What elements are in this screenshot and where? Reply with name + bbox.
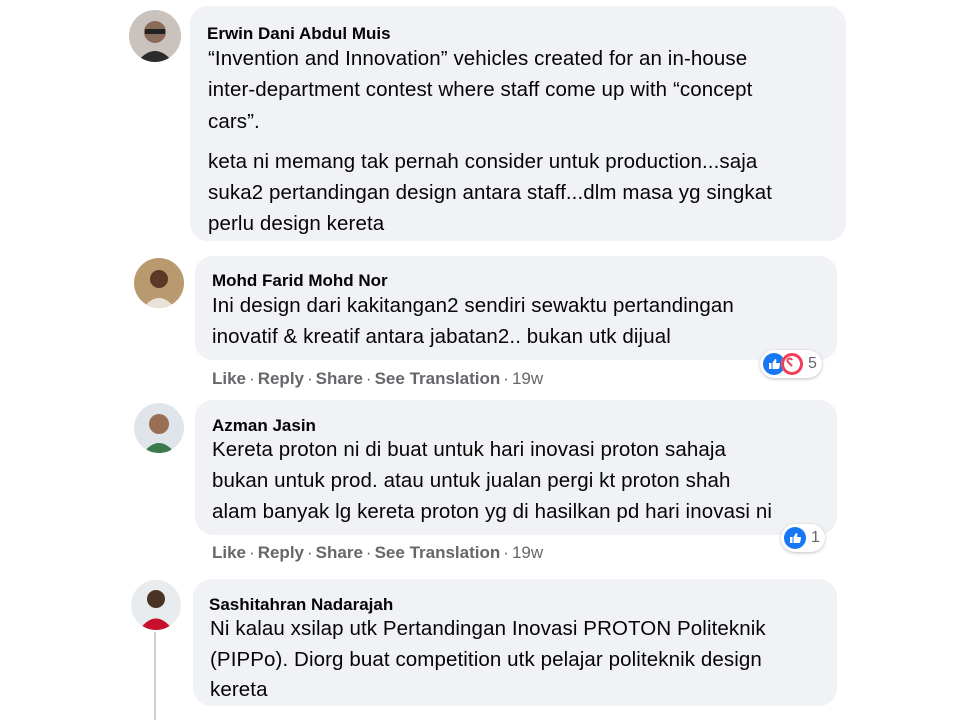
reaction-count: 5 <box>808 355 817 372</box>
avatar[interactable] <box>134 403 184 453</box>
comment-text: kereta <box>210 678 268 701</box>
care-icon <box>781 353 803 375</box>
reaction-count: 1 <box>811 529 820 546</box>
see-translation-link[interactable]: See Translation <box>375 543 501 562</box>
see-translation-link[interactable]: See Translation <box>375 369 501 388</box>
reply-link[interactable]: Reply <box>258 543 304 562</box>
comment-author[interactable]: Azman Jasin <box>212 416 316 436</box>
comment-text: perlu design kereta <box>208 212 385 235</box>
comment-text: Kereta proton ni di buat untuk hari inov… <box>212 438 726 461</box>
reply-link[interactable]: Reply <box>258 369 304 388</box>
comment-author[interactable]: Erwin Dani Abdul Muis <box>207 24 391 44</box>
thread-line <box>154 632 156 720</box>
share-link[interactable]: Share <box>316 543 363 562</box>
avatar[interactable] <box>131 580 181 630</box>
comment-text: suka2 pertandingan design antara staff..… <box>208 181 773 204</box>
reactions-summary[interactable]: 1 <box>781 524 825 552</box>
comment-text: bukan untuk prod. atau untuk jualan perg… <box>212 469 731 492</box>
comment-text: Ni kalau xsilap utk Pertandingan Inovasi… <box>210 617 766 640</box>
comment-text: alam banyak lg kereta proton yg di hasil… <box>212 500 773 523</box>
comment-text: Ini design dari kakitangan2 sendiri sewa… <box>212 294 734 317</box>
comment-actions: Like · Reply · Share · See Translation · 19w <box>212 543 544 562</box>
comment-author[interactable]: Mohd Farid Mohd Nor <box>212 271 388 291</box>
timestamp[interactable]: 19w <box>512 543 543 562</box>
like-icon <box>784 527 806 549</box>
avatar[interactable] <box>134 258 184 308</box>
like-link[interactable]: Like <box>212 369 246 388</box>
comment-text: inovatif & kreatif antara jabatan2.. buk… <box>212 325 671 348</box>
share-link[interactable]: Share <box>316 369 363 388</box>
comment-text: cars”. <box>208 110 260 133</box>
comment-actions: Like · Reply · Share · See Translation · 19w <box>212 369 544 388</box>
reactions-summary[interactable]: 5 <box>760 350 822 378</box>
timestamp[interactable]: 19w <box>512 369 543 388</box>
comment-author[interactable]: Sashitahran Nadarajah <box>209 595 393 615</box>
comment-text: inter-department contest where staff com… <box>208 78 753 101</box>
comment-text: keta ni memang tak pernah consider untuk… <box>208 150 758 173</box>
avatar[interactable] <box>129 10 181 62</box>
like-link[interactable]: Like <box>212 543 246 562</box>
comment-text: “Invention and Innovation” vehicles crea… <box>208 47 748 70</box>
comment-text: (PIPPo). Diorg buat competition utk pela… <box>210 648 762 671</box>
